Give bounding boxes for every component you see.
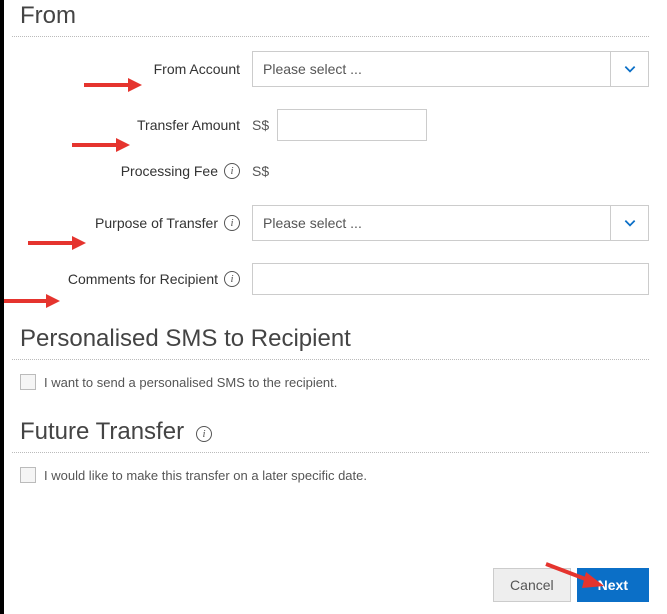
processing-fee-value: S$ bbox=[252, 163, 269, 179]
cancel-button[interactable]: Cancel bbox=[493, 568, 571, 602]
info-icon[interactable]: i bbox=[224, 215, 240, 231]
future-checkbox[interactable] bbox=[20, 467, 36, 483]
row-processing-fee: Processing Fee i S$ bbox=[12, 163, 649, 179]
transfer-amount-label: Transfer Amount bbox=[137, 117, 240, 133]
row-transfer-amount: Transfer Amount S$ bbox=[12, 109, 649, 141]
chevron-down-icon bbox=[610, 206, 648, 240]
divider bbox=[12, 36, 649, 37]
row-sms-checkbox: I want to send a personalised SMS to the… bbox=[20, 374, 649, 390]
future-title-text: Future Transfer bbox=[20, 418, 184, 446]
comments-label: Comments for Recipient bbox=[68, 271, 218, 287]
row-from-account: From Account Please select ... bbox=[12, 51, 649, 87]
info-icon[interactable]: i bbox=[224, 163, 240, 179]
section-from-title: From bbox=[20, 0, 649, 30]
sms-checkbox-label: I want to send a personalised SMS to the… bbox=[44, 375, 337, 390]
sms-checkbox[interactable] bbox=[20, 374, 36, 390]
comments-input[interactable] bbox=[252, 263, 649, 295]
future-checkbox-label: I would like to make this transfer on a … bbox=[44, 468, 367, 483]
row-purpose: Purpose of Transfer i Please select ... bbox=[12, 205, 649, 241]
purpose-placeholder: Please select ... bbox=[253, 215, 610, 231]
divider bbox=[12, 452, 649, 453]
chevron-down-icon bbox=[610, 52, 648, 86]
next-button[interactable]: Next bbox=[577, 568, 649, 602]
section-future-title: Future Transfer i bbox=[20, 416, 649, 446]
info-icon[interactable]: i bbox=[224, 271, 240, 287]
row-future-checkbox: I would like to make this transfer on a … bbox=[20, 467, 649, 483]
section-sms-title: Personalised SMS to Recipient bbox=[20, 323, 649, 353]
purpose-label: Purpose of Transfer bbox=[95, 215, 218, 231]
processing-fee-label: Processing Fee bbox=[121, 163, 218, 179]
currency-label: S$ bbox=[252, 117, 269, 133]
from-account-placeholder: Please select ... bbox=[253, 61, 610, 77]
button-bar: Cancel Next bbox=[493, 568, 649, 602]
divider bbox=[12, 359, 649, 360]
row-comments: Comments for Recipient i bbox=[12, 263, 649, 295]
from-account-select[interactable]: Please select ... bbox=[252, 51, 649, 87]
from-account-label: From Account bbox=[154, 61, 240, 77]
purpose-select[interactable]: Please select ... bbox=[252, 205, 649, 241]
transfer-amount-input[interactable] bbox=[277, 109, 427, 141]
info-icon[interactable]: i bbox=[196, 426, 212, 442]
